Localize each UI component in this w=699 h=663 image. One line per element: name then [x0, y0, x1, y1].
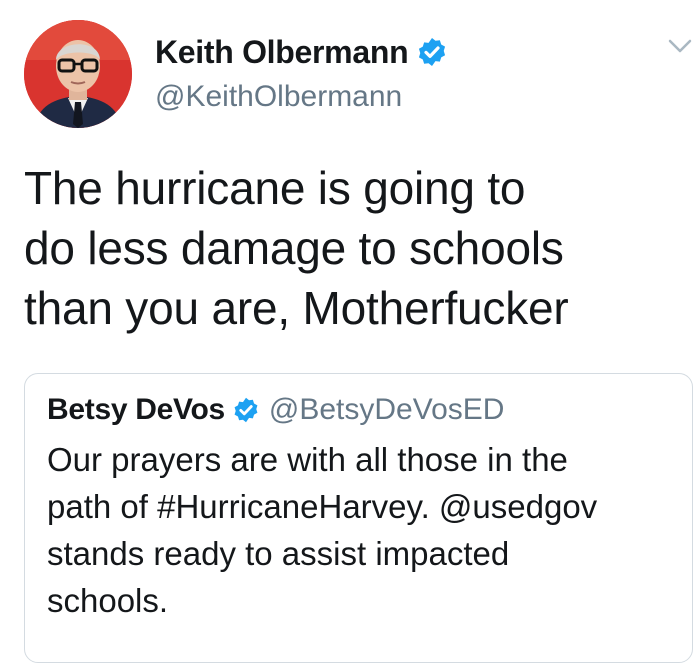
quoted-tweet-text: Our prayers are with all those in the pa… [47, 441, 598, 619]
author-handle[interactable]: @KeithOlbermann [155, 80, 402, 114]
profile-photo [24, 20, 132, 128]
author-name-row[interactable]: Keith Olbermann [155, 30, 448, 74]
quoted-tweet[interactable]: Betsy DeVos @BetsyDeVosED Our prayers ar… [24, 373, 693, 663]
quoted-author-handle: @BetsyDeVosED [268, 393, 505, 426]
author-display-name[interactable]: Keith Olbermann [155, 34, 409, 71]
verified-badge-icon [232, 396, 260, 424]
chevron-down-icon[interactable] [667, 36, 693, 56]
verified-badge-icon [416, 36, 448, 68]
avatar[interactable] [24, 20, 132, 128]
quoted-author-display-name: Betsy DeVos [47, 393, 225, 426]
tweet-text: The hurricane is going to do less damage… [24, 162, 569, 334]
tweet[interactable]: Keith Olbermann @KeithOlbermann The hurr… [0, 0, 699, 663]
quoted-tweet-header: Betsy DeVos @BetsyDeVosED [47, 390, 504, 430]
